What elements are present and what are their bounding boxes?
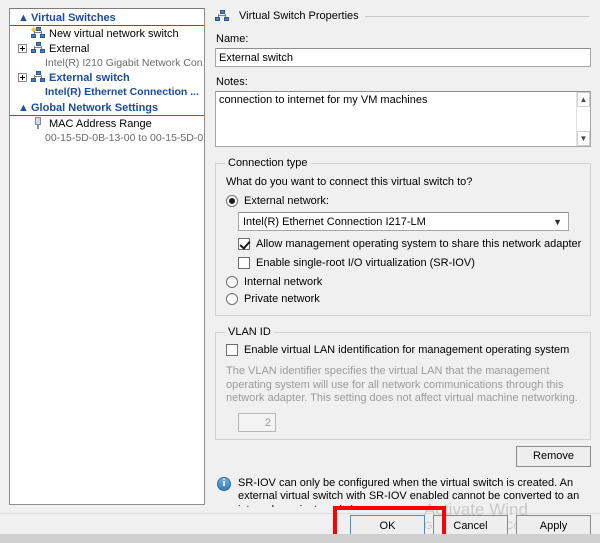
notes-field-wrapper: connection to internet for my VM machine… [215, 91, 591, 147]
scroll-up-arrow-icon[interactable]: ▲ [577, 92, 590, 107]
section-divider [364, 15, 589, 17]
switch-name-input[interactable] [215, 48, 591, 67]
vlan-id-input[interactable]: 2 [238, 412, 276, 432]
radio-private-network[interactable]: Private network [226, 293, 582, 305]
virtual-switch-properties-pane: Virtual Switch Properties Name: Notes: c… [215, 8, 591, 516]
cancel-button[interactable]: Cancel [433, 515, 508, 536]
ok-button[interactable]: OK [350, 515, 425, 536]
tree-group-virtual-switches[interactable]: ▲ Virtual Switches [10, 10, 204, 26]
info-icon: i [217, 476, 231, 491]
dialog-button-row: OK Cancel Apply [350, 515, 591, 536]
expander-toggle-icon[interactable] [18, 44, 27, 53]
tree-item-external[interactable]: External [10, 41, 204, 56]
checkbox-label: Enable virtual LAN identification for ma… [244, 344, 570, 356]
remove-button-row: Remove [215, 445, 591, 467]
name-label: Name: [216, 33, 249, 45]
new-virtual-switch-icon: ✦ [30, 26, 45, 40]
status-bar [0, 534, 600, 543]
virtual-switch-icon [31, 42, 45, 55]
checkbox-allow-management-os[interactable]: Allow management operating system to sha… [238, 238, 582, 250]
tree-item-label: MAC Address Range [49, 117, 152, 130]
virtual-switch-icon [31, 71, 45, 84]
checkbox-label: Allow management operating system to sha… [256, 238, 582, 250]
checkbox-icon[interactable] [226, 344, 238, 356]
tree-item-mac-address-range[interactable]: MAC Address Range [10, 116, 204, 131]
radio-button-icon[interactable] [226, 276, 238, 288]
vlan-help-text: The VLAN identifier specifies the virtua… [226, 365, 578, 404]
mac-address-icon [31, 117, 45, 130]
switch-notes-textarea[interactable]: connection to internet for my VM machine… [215, 91, 591, 147]
radio-button-icon[interactable] [226, 195, 238, 207]
properties-section-title: Virtual Switch Properties [239, 10, 359, 22]
tree-item-mac-address-value[interactable]: 00-15-5D-0B-13-00 to 00-15-5D-0... [10, 131, 204, 145]
radio-external-network[interactable]: External network: [226, 195, 582, 207]
radio-label: External network: [244, 195, 329, 207]
tree-group-label: Global Network Settings [31, 101, 159, 114]
tree-item-new-virtual-network-switch[interactable]: ✦ New virtual network switch [10, 26, 204, 41]
properties-section-header: Virtual Switch Properties [215, 8, 591, 24]
virtual-switch-manager-window: ▲ Virtual Switches ✦ New virtual network… [0, 0, 600, 543]
tree-item-label: External [49, 42, 90, 55]
radio-button-icon[interactable] [226, 293, 238, 305]
tree-group-label: Virtual Switches [31, 11, 116, 24]
chevron-down-icon[interactable]: ▼ [553, 217, 566, 227]
connection-type-legend: Connection type [228, 157, 308, 169]
checkbox-icon[interactable] [238, 257, 250, 269]
expander-placeholder [18, 29, 27, 38]
collapse-chevron-icon[interactable]: ▲ [18, 12, 31, 23]
expander-placeholder [18, 119, 27, 128]
notes-label: Notes: [216, 76, 248, 88]
apply-button[interactable]: Apply [516, 515, 591, 536]
vlan-id-group: VLAN ID Enable virtual LAN identificatio… [215, 326, 591, 440]
radio-label: Internal network [244, 276, 323, 288]
network-adapter-select[interactable]: Intel(R) Ethernet Connection I217-LM ▼ [238, 212, 569, 231]
remove-button[interactable]: Remove [516, 445, 591, 467]
checkbox-label: Enable single-root I/O virtualization (S… [256, 257, 475, 269]
connection-type-group: Connection type What do you want to conn… [215, 157, 591, 316]
notes-scrollbar[interactable]: ▲ ▼ [576, 92, 590, 146]
tree-content: ▲ Virtual Switches ✦ New virtual network… [10, 10, 204, 145]
scroll-down-arrow-icon[interactable]: ▼ [577, 131, 590, 146]
tree-item-external-switch-adapter[interactable]: Intel(R) Ethernet Connection ... [10, 85, 204, 99]
tree-item-external-switch[interactable]: External switch [10, 70, 204, 85]
tree-item-external-adapter[interactable]: Intel(R) I210 Gigabit Network Con... [10, 56, 204, 70]
tree-item-label: External switch [49, 71, 130, 84]
checkbox-enable-vlan-id[interactable]: Enable virtual LAN identification for ma… [226, 344, 582, 356]
virtual-switches-tree[interactable]: ▲ Virtual Switches ✦ New virtual network… [9, 8, 205, 505]
virtual-switch-icon [215, 9, 229, 23]
checkbox-enable-sriov[interactable]: Enable single-root I/O virtualization (S… [238, 257, 582, 269]
collapse-chevron-icon[interactable]: ▲ [18, 102, 31, 113]
footer-divider [0, 513, 600, 514]
vlan-id-legend: VLAN ID [228, 326, 271, 338]
expander-toggle-icon[interactable] [18, 73, 27, 82]
radio-internal-network[interactable]: Internal network [226, 276, 582, 288]
tree-group-global-network-settings[interactable]: ▲ Global Network Settings [10, 100, 204, 116]
connection-type-question: What do you want to connect this virtual… [226, 176, 473, 188]
checkbox-icon[interactable] [238, 238, 250, 250]
radio-label: Private network [244, 293, 320, 305]
tree-item-label: New virtual network switch [49, 27, 179, 40]
network-adapter-value: Intel(R) Ethernet Connection I217-LM [243, 215, 426, 228]
